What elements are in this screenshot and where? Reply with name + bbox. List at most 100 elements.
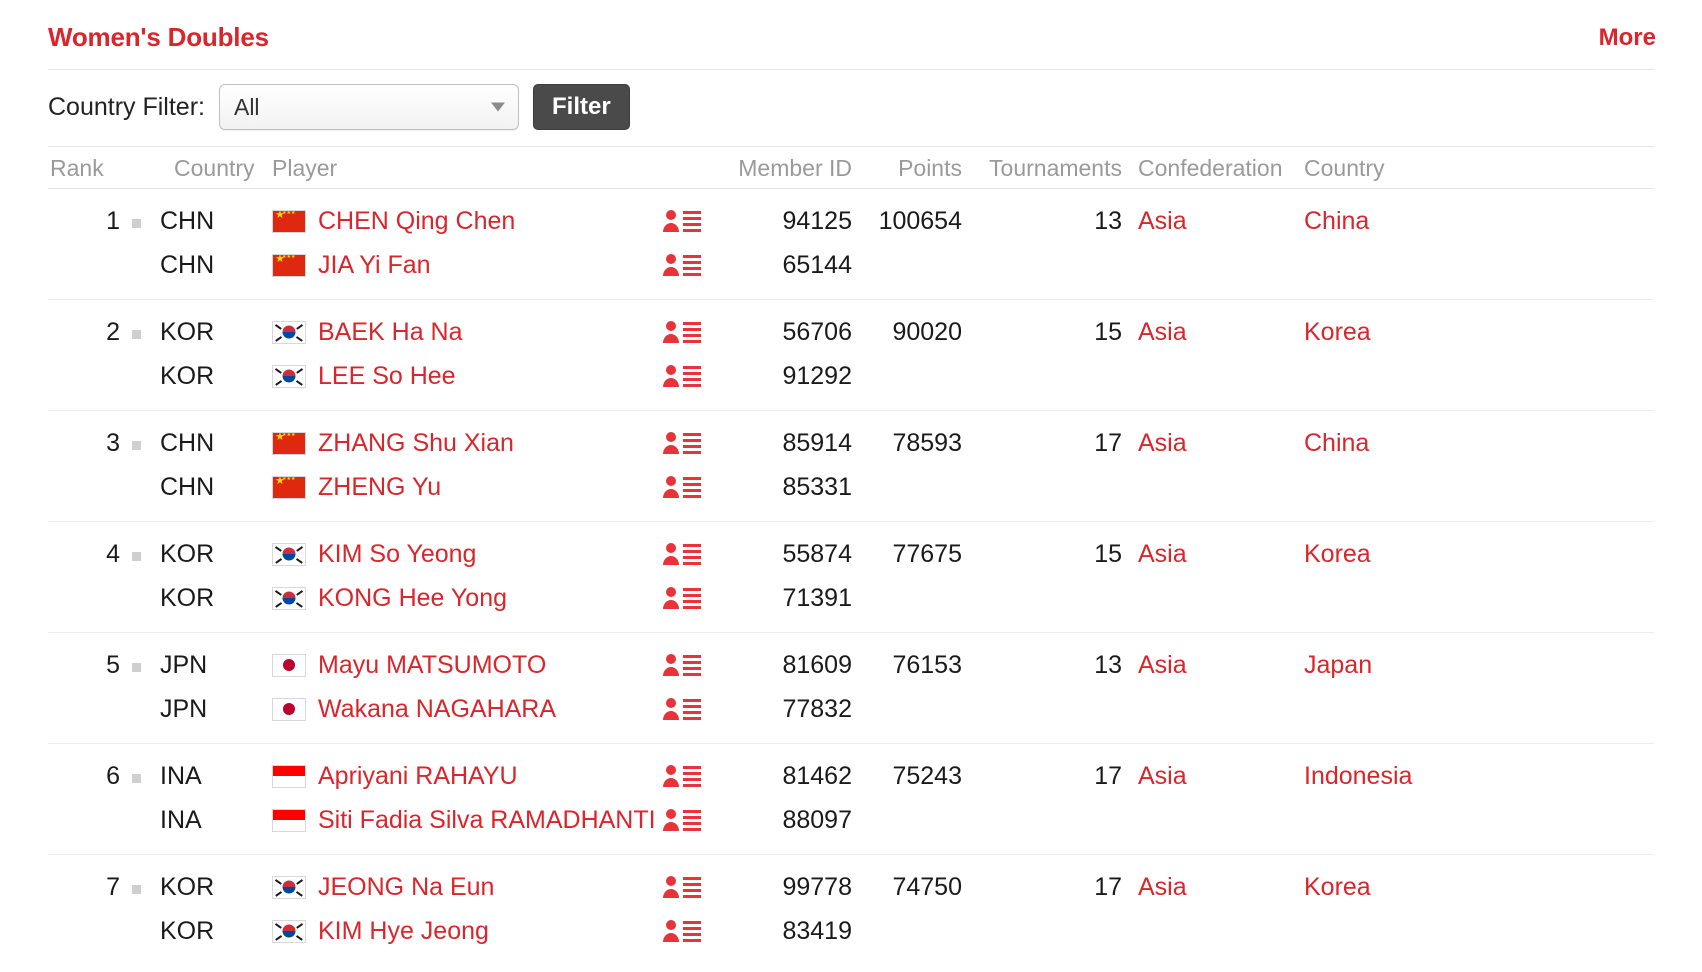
player-name-link[interactable]: Wakana NAGAHARA	[318, 695, 556, 724]
confederation-link[interactable]: Asia	[1138, 873, 1187, 902]
player-profile-button[interactable]	[662, 430, 702, 456]
country-code: CHN	[160, 428, 215, 457]
confederation-link[interactable]: Asia	[1138, 318, 1187, 347]
player-entry: ZHANG Shu Xian	[272, 421, 662, 465]
country-code-cell: CHN CHN	[160, 421, 272, 509]
country-code: JPN	[160, 694, 208, 723]
player-profile-button[interactable]	[662, 696, 702, 722]
tournaments-value: 17	[1094, 761, 1122, 790]
player-profile-button[interactable]	[662, 363, 702, 389]
confederation-link[interactable]: Asia	[1138, 651, 1187, 680]
more-link[interactable]: More	[1599, 24, 1656, 52]
tournaments-value: 13	[1094, 206, 1122, 235]
rankings-table: Rank Country Player Member ID Points Tou…	[48, 146, 1654, 965]
player-name-link[interactable]: KIM Hye Jeong	[318, 917, 489, 946]
confederation-cell: Asia	[1122, 865, 1288, 909]
country-code: KOR	[160, 872, 215, 901]
confederation-link[interactable]: Asia	[1138, 429, 1187, 458]
rank-cell: 5	[48, 643, 126, 687]
player-profile-button[interactable]	[662, 474, 702, 500]
player-profile-button[interactable]	[662, 541, 702, 567]
member-id-cell: 99778 83419	[734, 865, 852, 953]
rank-marker-cell	[126, 532, 160, 566]
confederation-cell: Asia	[1122, 754, 1288, 798]
member-id-value: 88097	[782, 805, 852, 834]
player-cell: Apriyani RAHAYU Siti Fadia Silva RAMADHAN…	[272, 754, 662, 842]
filter-bar: Country Filter: All Filter	[0, 70, 1702, 146]
points-cell: 100654	[852, 199, 962, 243]
rank-value: 2	[106, 318, 120, 346]
player-profile-button[interactable]	[662, 208, 702, 234]
country-name-cell: Korea	[1288, 532, 1498, 576]
rank-change-marker-icon	[132, 441, 141, 450]
tournaments-cell: 15	[962, 310, 1122, 354]
table-body: 1 CHN CHN CHEN Qing Chen JIA Yi Fan 94125 6514…	[48, 188, 1654, 965]
player-name-link[interactable]: KIM So Yeong	[318, 540, 476, 569]
table-row: 5 JPN JPN Mayu MATSUMOTO Wakana NAGAHARA 8160…	[48, 632, 1654, 743]
player-entry: Apriyani RAHAYU	[272, 754, 662, 798]
player-name-link[interactable]: Mayu MATSUMOTO	[318, 651, 546, 680]
rank-cell: 3	[48, 421, 126, 465]
confederation-cell: Asia	[1122, 199, 1288, 243]
flag-kor-icon	[272, 919, 306, 943]
tournaments-value: 15	[1094, 317, 1122, 346]
player-name-link[interactable]: BAEK Ha Na	[318, 318, 463, 347]
player-profile-button[interactable]	[662, 319, 702, 345]
rank-value: 4	[106, 540, 120, 568]
country-filter-value: All	[233, 93, 260, 120]
country-link[interactable]: Japan	[1304, 651, 1372, 680]
confederation-link[interactable]: Asia	[1138, 540, 1187, 569]
player-profile-button[interactable]	[662, 763, 702, 789]
rank-cell: 6	[48, 754, 126, 798]
player-profile-button[interactable]	[662, 252, 702, 278]
rankings-page: Women's Doubles More Country Filter: All…	[0, 0, 1702, 972]
player-name-link[interactable]: CHEN Qing Chen	[318, 207, 515, 236]
country-link[interactable]: Korea	[1304, 540, 1371, 569]
tournaments-value: 15	[1094, 539, 1122, 568]
country-filter-select-wrap: All	[218, 84, 519, 130]
country-link[interactable]: China	[1304, 429, 1369, 458]
table-row: 7 KOR KOR JEONG Na Eun KIM Hye Jeong 99778 834…	[48, 854, 1654, 965]
player-name-link[interactable]: ZHENG Yu	[318, 473, 441, 502]
column-header-tournaments: Tournaments	[989, 155, 1122, 181]
player-name-link[interactable]: LEE So Hee	[318, 362, 456, 391]
rank-cell: 2	[48, 310, 126, 354]
rank-change-marker-icon	[132, 330, 141, 339]
member-id-value: 85331	[782, 472, 852, 501]
page-title: Women's Doubles	[48, 22, 269, 52]
player-cell: ZHANG Shu Xian ZHENG Yu	[272, 421, 662, 509]
country-link[interactable]: China	[1304, 207, 1369, 236]
player-name-link[interactable]: JEONG Na Eun	[318, 873, 494, 902]
country-link[interactable]: Korea	[1304, 873, 1371, 902]
player-profile-button[interactable]	[662, 918, 702, 944]
player-profile-button[interactable]	[662, 807, 702, 833]
player-name-link[interactable]: ZHANG Shu Xian	[318, 429, 514, 458]
filter-button[interactable]: Filter	[532, 84, 630, 130]
country-name-cell: China	[1288, 421, 1498, 465]
player-profile-cell	[662, 754, 734, 842]
player-name-link[interactable]: Siti Fadia Silva RAMADHANTI	[318, 806, 656, 835]
table-row: 3 CHN CHN ZHANG Shu Xian ZHENG Yu 85914 85331 7…	[48, 410, 1654, 521]
player-name-link[interactable]: KONG Hee Yong	[318, 584, 507, 613]
confederation-link[interactable]: Asia	[1138, 207, 1187, 236]
country-code-cell: KOR KOR	[160, 865, 272, 953]
flag-kor-icon	[272, 542, 306, 566]
country-code: KOR	[160, 361, 215, 390]
tournaments-value: 13	[1094, 650, 1122, 679]
points-value: 75243	[892, 761, 962, 790]
points-cell: 78593	[852, 421, 962, 465]
player-profile-button[interactable]	[662, 874, 702, 900]
country-link[interactable]: Indonesia	[1304, 762, 1412, 791]
table-row: 2 KOR KOR BAEK Ha Na LEE So Hee 56706 91292 900…	[48, 299, 1654, 410]
country-code: INA	[160, 761, 202, 790]
player-name-link[interactable]: Apriyani RAHAYU	[318, 762, 518, 791]
country-link[interactable]: Korea	[1304, 318, 1371, 347]
confederation-link[interactable]: Asia	[1138, 762, 1187, 791]
country-code: KOR	[160, 317, 215, 346]
country-filter-select[interactable]: All	[218, 84, 519, 130]
tournaments-cell: 17	[962, 421, 1122, 465]
player-profile-button[interactable]	[662, 652, 702, 678]
player-name-link[interactable]: JIA Yi Fan	[318, 251, 431, 280]
confederation-cell: Asia	[1122, 421, 1288, 465]
player-profile-button[interactable]	[662, 585, 702, 611]
